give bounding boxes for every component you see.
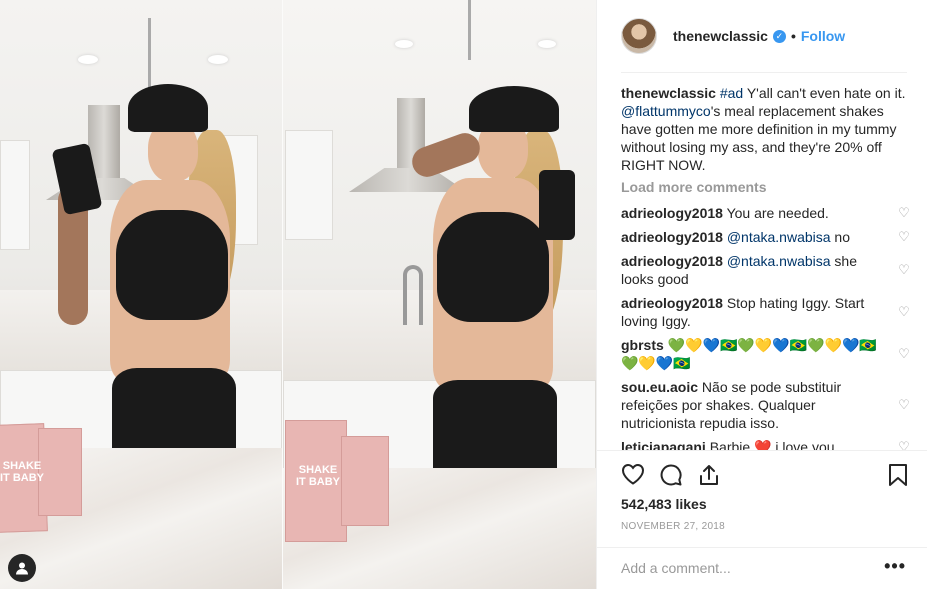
comment-text: Barbie ❤️ i love you bbox=[705, 439, 835, 450]
post-actions: 542,483 likes NOVEMBER 27, 2018 ••• bbox=[597, 450, 927, 576]
comment-username[interactable]: sou.eu.aoic bbox=[621, 379, 698, 395]
post-sidebar: thenewclassic ✓ • Follow thenewclassic #… bbox=[596, 0, 927, 589]
product-pouch bbox=[38, 428, 82, 516]
follow-button[interactable]: Follow bbox=[801, 28, 845, 44]
photo-right-half: SHAKE IT BABY bbox=[283, 0, 596, 589]
comment-username[interactable]: adrieology2018 bbox=[621, 229, 723, 245]
ceiling-light bbox=[395, 40, 413, 48]
comment-username[interactable]: leticiapagani bbox=[621, 439, 706, 450]
small-heart-icon[interactable]: ♡ bbox=[897, 262, 911, 278]
add-comment-input[interactable] bbox=[621, 560, 861, 576]
comment-username[interactable]: adrieology2018 bbox=[621, 205, 723, 221]
action-icons bbox=[621, 463, 721, 487]
comments-list[interactable]: thenewclassic #ad Y'all can't even hate … bbox=[621, 84, 911, 450]
comment-row: adrieology2018 Stop hating Iggy. Start l… bbox=[621, 294, 911, 330]
pendant-cord bbox=[148, 18, 151, 88]
instagram-post-modal: SHAKE IT BABY SHAKE IT BABY thenewclassi… bbox=[0, 0, 927, 589]
faucet bbox=[403, 265, 423, 325]
bookmark-icon[interactable] bbox=[888, 463, 908, 487]
comment-row: adrieology2018 You are needed. ♡ bbox=[621, 204, 911, 222]
ceiling-light bbox=[208, 55, 228, 64]
user-tag-icon[interactable] bbox=[8, 554, 36, 582]
verified-badge-icon: ✓ bbox=[772, 29, 786, 43]
cap bbox=[469, 86, 559, 132]
small-heart-icon[interactable]: ♡ bbox=[897, 397, 911, 413]
header-username[interactable]: thenewclassic bbox=[673, 28, 768, 44]
small-heart-icon[interactable]: ♡ bbox=[897, 346, 911, 362]
speech-bubble-icon[interactable] bbox=[659, 463, 683, 487]
ceiling-light bbox=[78, 55, 98, 64]
heart-icon[interactable] bbox=[621, 463, 645, 487]
comment-username[interactable]: adrieology2018 bbox=[621, 253, 723, 269]
cabinet bbox=[0, 140, 30, 250]
small-heart-icon[interactable]: ♡ bbox=[897, 439, 911, 450]
comment-username[interactable]: adrieology2018 bbox=[621, 295, 723, 311]
post-date[interactable]: NOVEMBER 27, 2018 bbox=[621, 521, 725, 532]
add-comment-bar: ••• bbox=[597, 547, 927, 589]
product-pouch bbox=[341, 436, 389, 526]
comment-row: gbrsts 💚💛💙🇧🇷💚💛💙🇧🇷💚💛💙🇧🇷💚💛💙🇧🇷 ♡ bbox=[621, 336, 911, 372]
comment-row: adrieology2018 @ntaka.nwabisa no ♡ bbox=[621, 228, 911, 246]
product-label: SHAKE IT BABY bbox=[296, 464, 340, 489]
small-heart-icon[interactable]: ♡ bbox=[897, 304, 911, 320]
post-header: thenewclassic ✓ • Follow bbox=[597, 0, 927, 72]
post-caption: thenewclassic #ad Y'all can't even hate … bbox=[621, 84, 911, 174]
comment-row: adrieology2018 @ntaka.nwabisa she looks … bbox=[621, 252, 911, 288]
caption-text: Y'all can't even hate on it. bbox=[743, 85, 906, 101]
comment-username[interactable]: gbrsts bbox=[621, 337, 664, 353]
small-heart-icon[interactable]: ♡ bbox=[897, 229, 911, 245]
likes-count[interactable]: 542,483 likes bbox=[621, 496, 707, 512]
cabinet bbox=[285, 130, 333, 240]
comment-row: sou.eu.aoic Não se pode substituir refei… bbox=[621, 378, 911, 432]
comment-text: You are needed. bbox=[722, 205, 829, 221]
sports-bra bbox=[437, 212, 549, 322]
header-divider bbox=[621, 72, 907, 73]
caption-hashtag[interactable]: #ad bbox=[720, 85, 743, 101]
photo-left-half: SHAKE IT BABY bbox=[0, 0, 298, 589]
avatar[interactable] bbox=[621, 18, 657, 54]
phone bbox=[539, 170, 575, 240]
share-icon[interactable] bbox=[697, 463, 721, 487]
cap bbox=[128, 84, 208, 132]
load-more-comments-button[interactable]: Load more comments bbox=[621, 179, 911, 195]
post-photo[interactable]: SHAKE IT BABY SHAKE IT BABY bbox=[0, 0, 596, 589]
more-options-button[interactable]: ••• bbox=[884, 556, 906, 577]
ceiling-light bbox=[538, 40, 556, 48]
sports-bra bbox=[116, 210, 228, 320]
leggings bbox=[433, 380, 557, 470]
product-label: SHAKE IT BABY bbox=[0, 460, 44, 485]
comment-mention[interactable]: @ntaka.nwabisa bbox=[723, 253, 831, 269]
caption-mention[interactable]: @flattummyco bbox=[621, 103, 711, 119]
comment-row: leticiapagani Barbie ❤️ i love you ♡ bbox=[621, 438, 911, 450]
comment-text: no bbox=[830, 229, 851, 245]
small-heart-icon[interactable]: ♡ bbox=[897, 205, 911, 221]
comment-mention[interactable]: @ntaka.nwabisa bbox=[723, 229, 831, 245]
separator-dot: • bbox=[790, 28, 796, 44]
pendant-cord bbox=[468, 0, 471, 60]
caption-username[interactable]: thenewclassic bbox=[621, 85, 716, 101]
